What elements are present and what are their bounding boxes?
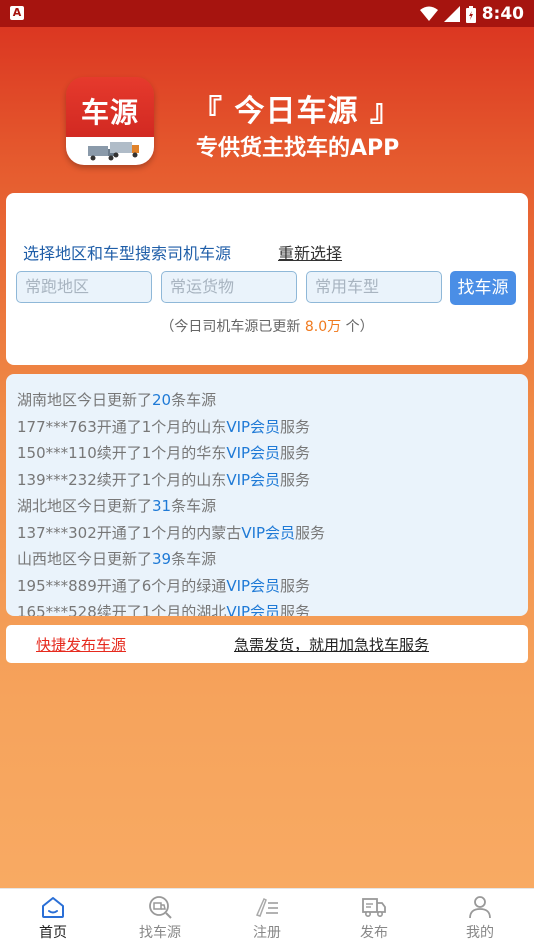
notification-badge: A [10,6,24,20]
find-vehicle-button[interactable]: 找车源 [450,271,516,305]
bottom-nav: 首页 找车源 注册 发布 我的 [0,888,534,951]
wifi-icon [419,6,438,21]
quick-actions-bar: 快捷发布车源 急需发货，就用加急找车服务 [6,625,528,663]
nav-publish[interactable]: 发布 [334,895,414,942]
feed-item: 137***302开通了1个月的内蒙古VIP会员服务 [17,524,326,542]
status-bar: A 8:40 [0,0,534,27]
user-icon [469,896,491,919]
cargo-field[interactable]: 常运货物 [161,271,297,303]
update-count: 8.0万 [304,319,342,335]
vehicle-type-field[interactable]: 常用车型 [306,271,442,303]
feed-item: 山西地区今日更新了39条车源 [17,550,217,568]
feed-item: 150***110续开了1个月的华东VIP会员服务 [17,444,311,462]
nav-mine[interactable]: 我的 [440,895,520,942]
search-card: 选择地区和车型搜索司机车源 重新选择 常跑地区 常运货物 常用车型 找车源 （今… [6,193,528,365]
home-icon [42,897,64,918]
register-icon [255,897,278,917]
activity-feed[interactable]: 湖南地区今日更新了20条车源 177***763开通了1个月的山东VIP会员服务… [6,374,528,616]
truck-search-icon [149,896,172,919]
nav-home[interactable]: 首页 [13,895,93,942]
feed-item: 湖南地区今日更新了20条车源 [17,391,217,409]
feed-item: 165***528续开了1个月的湖北VIP会员服务 [17,603,311,616]
quick-publish-link[interactable]: 快捷发布车源 [36,634,126,655]
battery-icon [465,5,476,23]
feed-item: 177***763开通了1个月的山东VIP会员服务 [17,418,311,436]
feed-item: 湖北地区今日更新了31条车源 [17,497,217,515]
nav-register[interactable]: 注册 [227,895,307,942]
status-icons: 8:40 [419,4,524,24]
search-prompt: 选择地区和车型搜索司机车源 [23,244,232,263]
trucks-icon [88,142,139,161]
app-subtitle: 专供货主找车的APP [196,136,400,161]
feed-item: 139***232续开了1个月的山东VIP会员服务 [17,471,311,489]
nav-find-vehicle[interactable]: 找车源 [120,895,200,942]
feed-item: 195***889开通了6个月的绿通VIP会员服务 [17,577,311,595]
signal-icon [443,6,460,22]
region-field[interactable]: 常跑地区 [16,271,152,303]
urgent-service-link[interactable]: 急需发货，就用加急找车服务 [234,634,429,655]
status-time: 8:40 [481,4,524,24]
app-logo-text: 车源 [80,96,139,129]
update-note: （今日司机车源已更新 8.0万 个） [160,319,374,335]
app-logo: 车源 [66,77,154,165]
delivery-truck-icon [362,898,386,917]
reset-selection-link[interactable]: 重新选择 [278,240,342,264]
app-title: 『 今日车源 』 [192,94,401,129]
